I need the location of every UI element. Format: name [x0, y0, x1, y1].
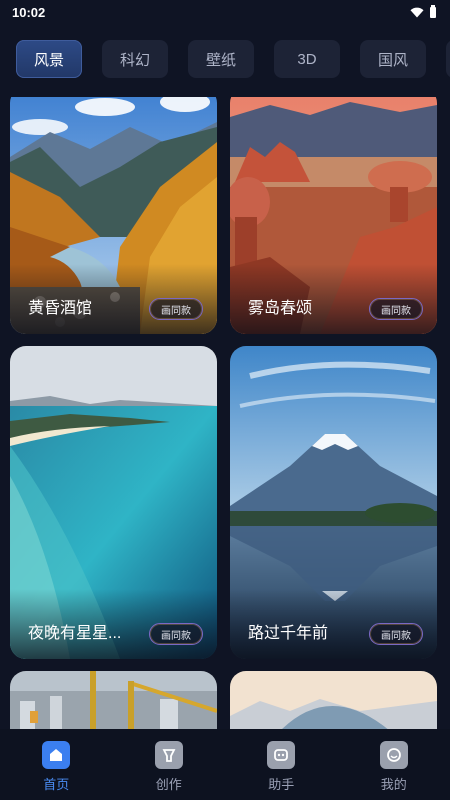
draw-same-button[interactable]: 画同款 — [369, 623, 423, 645]
category-tabs: 风景 科幻 壁纸 3D 国风 — [0, 40, 450, 82]
bottom-nav: 首页 创作 助手 我的 — [0, 729, 450, 800]
tab-more[interactable] — [446, 40, 450, 78]
artwork-card[interactable]: 黄昏酒馆 画同款 — [10, 97, 217, 334]
nav-create[interactable]: 创作 — [113, 729, 226, 800]
card-title: 雾岛春颂 — [248, 300, 313, 317]
tab-3d[interactable]: 3D — [274, 40, 340, 78]
tab-scifi[interactable]: 科幻 — [102, 40, 168, 78]
artwork-card[interactable]: 路过千年前 画同款 — [230, 346, 437, 659]
create-icon — [154, 741, 183, 769]
nav-label: 首页 — [43, 777, 70, 792]
nav-home[interactable]: 首页 — [0, 729, 113, 800]
card-title: 黄昏酒馆 — [28, 300, 93, 317]
tab-scenery[interactable]: 风景 — [16, 40, 82, 78]
card-title: 路过千年前 — [248, 625, 329, 642]
nav-label: 我的 — [380, 777, 407, 792]
status-icons — [410, 4, 436, 18]
artwork-image — [230, 671, 437, 729]
draw-same-button[interactable]: 画同款 — [369, 298, 423, 320]
tab-chinese-style[interactable]: 国风 — [360, 40, 426, 78]
nav-label: 创作 — [155, 777, 182, 792]
artwork-card[interactable]: 夜晚有星星... 画同款 — [10, 346, 217, 659]
nav-profile[interactable]: 我的 — [338, 729, 450, 800]
card-title: 夜晚有星星... — [28, 625, 122, 642]
draw-same-button[interactable]: 画同款 — [149, 623, 203, 645]
nav-label: 助手 — [268, 777, 295, 792]
status-bar: 10:02 — [0, 0, 450, 24]
profile-icon — [379, 741, 408, 769]
nav-assistant[interactable]: 助手 — [225, 729, 338, 800]
image-grid: 黄昏酒馆 画同款 雾岛春颂 画同款 夜晚有星星... 画同款 路过千年前 画同款 — [0, 97, 450, 729]
home-icon — [42, 741, 71, 769]
battery-icon — [430, 4, 436, 18]
artwork-card[interactable] — [10, 671, 217, 729]
artwork-card[interactable]: 雾岛春颂 画同款 — [230, 97, 437, 334]
wifi-icon — [410, 7, 424, 17]
artwork-card[interactable] — [230, 671, 437, 729]
status-time: 10:02 — [12, 4, 46, 20]
artwork-image — [10, 671, 217, 729]
tab-wallpaper[interactable]: 壁纸 — [188, 40, 254, 78]
assistant-icon — [267, 741, 296, 769]
draw-same-button[interactable]: 画同款 — [149, 298, 203, 320]
